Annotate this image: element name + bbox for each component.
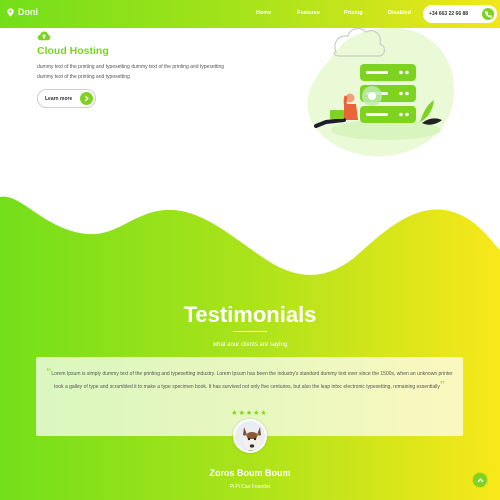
hero-title: Cloud Hosting — [37, 45, 109, 57]
nav-pricing-link[interactable]: Pricing — [344, 10, 363, 16]
testimonial-quote: Lorem Ipsum is simply dummy text of the … — [51, 371, 453, 390]
avatar — [233, 419, 267, 453]
arrow-right-icon — [80, 92, 93, 105]
phone-contact-button[interactable]: +34 663 22 66 88 — [423, 5, 497, 23]
cloud-server-illustration — [307, 27, 455, 157]
nav-disabled-link[interactable]: Disabled — [388, 10, 411, 16]
star-rating: ★★★★★ — [231, 410, 268, 417]
hero-description: dummy text of the printing and typesetti… — [37, 64, 225, 80]
phone-number: +34 663 22 66 88 — [429, 11, 469, 17]
nav-features-link[interactable]: Features — [297, 10, 320, 16]
scroll-to-top-button[interactable] — [473, 473, 487, 487]
heading-divider — [233, 331, 267, 332]
testimonials-heading: Testimonials — [183, 302, 317, 327]
chevron-up-icon — [477, 477, 483, 482]
brand-name: Doni — [18, 7, 38, 17]
testimonials-subtitle: what aour clients are saying — [212, 342, 288, 348]
location-pin-icon — [7, 7, 14, 17]
quote-close-icon: ” — [439, 380, 445, 391]
testimonial-quote-block: “Lorem Ipsum is simply dummy text of the… — [46, 367, 453, 393]
learn-more-label: Learn more — [45, 95, 73, 102]
learn-more-button[interactable]: Learn more — [37, 89, 96, 108]
testimonial-author-name: Zoros Boum Boum — [209, 468, 291, 478]
phone-icon — [482, 8, 494, 20]
brand-logo[interactable]: Doni — [6, 7, 38, 17]
nav-home-link[interactable]: Home — [256, 10, 271, 16]
testimonial-author-role: Pi Pi Can Founder — [229, 484, 271, 490]
top-navigation-bar: Doni Home Features Pricing Disabled +34 … — [0, 0, 500, 28]
cloud-upload-icon — [37, 31, 51, 41]
